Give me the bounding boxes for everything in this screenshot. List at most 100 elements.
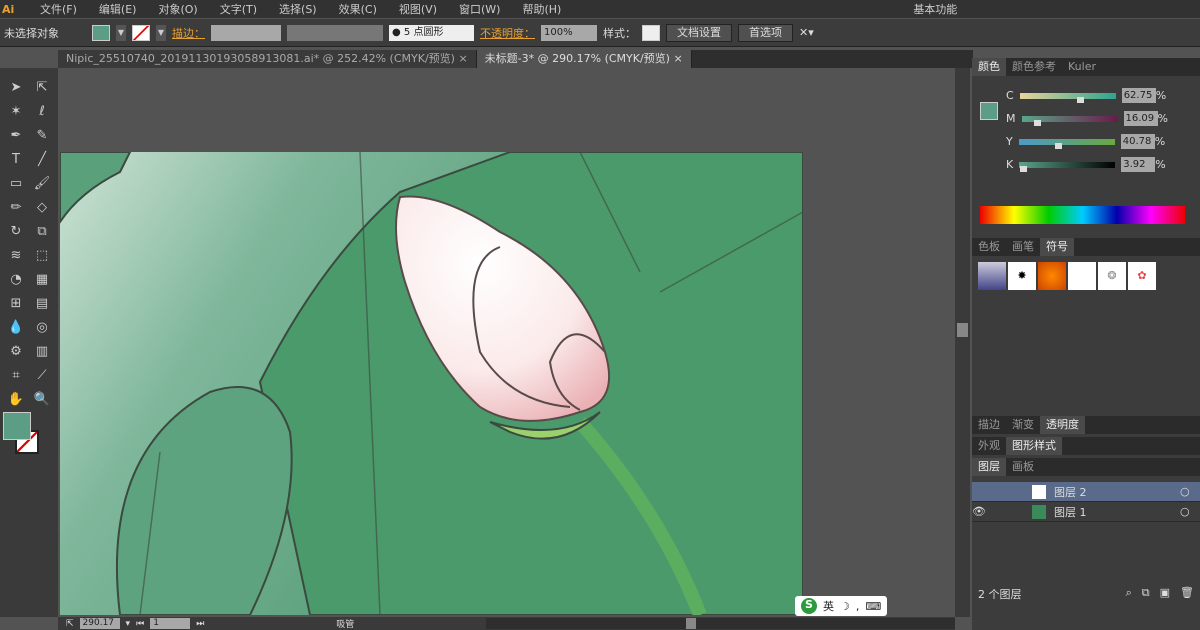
shape-builder-icon[interactable]: ◔ xyxy=(3,268,29,292)
eraser-icon[interactable]: ◇ xyxy=(29,196,55,220)
document-setup-button[interactable]: 文档设置 xyxy=(666,23,732,42)
menu-edit[interactable]: 编辑(E) xyxy=(99,1,137,17)
symbol-item[interactable] xyxy=(1068,262,1096,290)
symbol-item[interactable]: ❂ xyxy=(1098,262,1126,290)
gradient-icon[interactable]: ▤ xyxy=(29,292,55,316)
stroke-weight-input[interactable] xyxy=(211,24,281,41)
target-icon[interactable]: ○ xyxy=(1180,505,1200,518)
menu-window[interactable]: 窗口(W) xyxy=(459,1,500,17)
workspace-switcher[interactable]: 基本功能 xyxy=(913,1,957,17)
blend-icon[interactable]: ◎ xyxy=(29,316,55,340)
black-input[interactable]: 3.92 xyxy=(1121,157,1156,172)
tab-layers[interactable]: 图层 xyxy=(972,458,1006,476)
rotate-icon[interactable]: ↻ xyxy=(3,220,29,244)
chevron-down-icon[interactable]: ▾ xyxy=(126,619,131,629)
isolate-icon[interactable]: ✕▾ xyxy=(799,26,814,39)
symbol-item[interactable] xyxy=(978,262,1006,290)
rectangle-tool-icon[interactable]: ▭ xyxy=(3,172,29,196)
new-layer-icon[interactable]: ▣ xyxy=(1160,586,1170,602)
mesh-icon[interactable]: ⊞ xyxy=(3,292,29,316)
fill-swatch[interactable] xyxy=(92,24,110,41)
vertical-scrollbar[interactable] xyxy=(955,68,970,617)
chevron-down-icon[interactable]: ▼ xyxy=(116,24,126,41)
tab-appearance[interactable]: 外观 xyxy=(972,437,1006,455)
type-tool-icon[interactable]: T xyxy=(3,148,29,172)
menu-view[interactable]: 视图(V) xyxy=(399,1,437,17)
lasso-icon[interactable]: ℓ xyxy=(29,100,55,124)
line-tool-icon[interactable]: ╱ xyxy=(29,148,55,172)
eyedropper-icon[interactable]: 💧 xyxy=(3,316,29,340)
cyan-input[interactable]: 62.75 xyxy=(1121,88,1156,103)
menu-type[interactable]: 文字(T) xyxy=(220,1,257,17)
layer-name[interactable]: 图层 2 xyxy=(1054,484,1180,500)
magenta-slider[interactable] xyxy=(1021,115,1118,126)
tab-brushes[interactable]: 画笔 xyxy=(1006,238,1040,256)
tab-document-2[interactable]: 未标题-3* @ 290.17% (CMYK/预览) × xyxy=(476,50,692,68)
menu-select[interactable]: 选择(S) xyxy=(279,1,317,17)
layer-name[interactable]: 图层 1 xyxy=(1054,504,1180,520)
curvature-icon[interactable]: ✎ xyxy=(29,124,55,148)
tab-color-guide[interactable]: 颜色参考 xyxy=(1006,58,1062,76)
zoom-input[interactable]: 290.17 xyxy=(79,618,120,629)
slider-thumb[interactable] xyxy=(1033,119,1041,126)
perspective-grid-icon[interactable]: ▦ xyxy=(29,268,55,292)
tab-graphic-styles[interactable]: 图形样式 xyxy=(1006,437,1062,455)
target-icon[interactable]: ○ xyxy=(1180,485,1200,498)
tab-swatches[interactable]: 色板 xyxy=(972,238,1006,256)
warp-icon[interactable]: ≋ xyxy=(3,244,29,268)
artboard-icon[interactable]: ⌗ xyxy=(3,364,29,388)
close-icon[interactable]: × xyxy=(673,52,682,65)
cyan-slider[interactable] xyxy=(1019,92,1116,103)
hand-icon[interactable]: ✋ xyxy=(3,388,29,412)
stroke-swatch[interactable] xyxy=(132,24,150,41)
menu-file[interactable]: 文件(F) xyxy=(40,1,77,17)
horizontal-scrollbar[interactable] xyxy=(486,618,955,629)
slice-icon[interactable]: ⟋ xyxy=(29,364,55,388)
paintbrush-icon[interactable]: 🖌 xyxy=(29,172,55,196)
artboard-lotus-illustration[interactable] xyxy=(60,152,803,615)
tab-gradient[interactable]: 渐变 xyxy=(1006,416,1040,434)
style-swatch[interactable] xyxy=(642,24,660,41)
moon-icon[interactable]: ☽ xyxy=(840,600,850,613)
tab-kuler[interactable]: Kuler xyxy=(1062,58,1102,76)
artboard-nav-icon[interactable]: ⇱ xyxy=(66,619,74,629)
menu-help[interactable]: 帮助(H) xyxy=(522,1,561,17)
trash-icon[interactable]: 🗑 xyxy=(1180,586,1194,602)
column-graph-icon[interactable]: ▥ xyxy=(29,340,55,364)
punctuation-icon[interactable]: , xyxy=(856,600,860,613)
ime-language-toggle[interactable]: 英 xyxy=(823,598,834,614)
yellow-slider[interactable] xyxy=(1018,138,1115,149)
stroke-label[interactable]: 描边： xyxy=(172,25,205,41)
tab-transparency[interactable]: 透明度 xyxy=(1040,416,1085,434)
color-spectrum[interactable] xyxy=(980,206,1185,224)
slider-thumb[interactable] xyxy=(1054,142,1062,149)
layer-row[interactable]: 图层 2 ○ xyxy=(972,482,1200,502)
ime-toolbar[interactable]: S 英 ☽, ⌨ xyxy=(795,596,888,616)
keyboard-icon[interactable]: ⌨ xyxy=(865,600,881,613)
new-sublayer-icon[interactable]: ⧉ xyxy=(1142,586,1150,602)
scroll-thumb[interactable] xyxy=(957,323,968,337)
magenta-input[interactable]: 16.09 xyxy=(1123,111,1158,126)
magic-wand-icon[interactable]: ✶ xyxy=(3,100,29,124)
layer-row[interactable]: 👁 图层 1 ○ xyxy=(972,502,1200,522)
tab-artboards[interactable]: 画板 xyxy=(1006,458,1040,476)
yellow-input[interactable]: 40.78 xyxy=(1120,134,1155,149)
close-icon[interactable]: × xyxy=(458,52,467,65)
scale-icon[interactable]: ⧉ xyxy=(29,220,55,244)
brush-select[interactable]: ● 5 点圆形 xyxy=(389,24,474,41)
menu-object[interactable]: 对象(O) xyxy=(158,1,197,17)
tab-document-1[interactable]: Nipic_25510740_20191130193058913081.ai* … xyxy=(58,50,477,68)
slider-thumb[interactable] xyxy=(1019,165,1027,172)
direct-selection-tool-icon[interactable]: ⇱ xyxy=(29,76,55,100)
free-transform-icon[interactable]: ⬚ xyxy=(29,244,55,268)
symbol-item[interactable] xyxy=(1038,262,1066,290)
fill-swatch[interactable] xyxy=(980,102,998,120)
tab-color[interactable]: 颜色 xyxy=(972,58,1006,76)
symbol-item[interactable]: ✸ xyxy=(1008,262,1036,290)
selection-tool-icon[interactable]: ➤ xyxy=(3,76,29,100)
next-page-icon[interactable]: ⏭ xyxy=(196,619,204,629)
chevron-down-icon[interactable]: ▼ xyxy=(156,24,166,41)
fill-stroke-widget[interactable] xyxy=(3,412,55,456)
pencil-icon[interactable]: ✏ xyxy=(3,196,29,220)
variable-width-select[interactable] xyxy=(287,24,383,41)
